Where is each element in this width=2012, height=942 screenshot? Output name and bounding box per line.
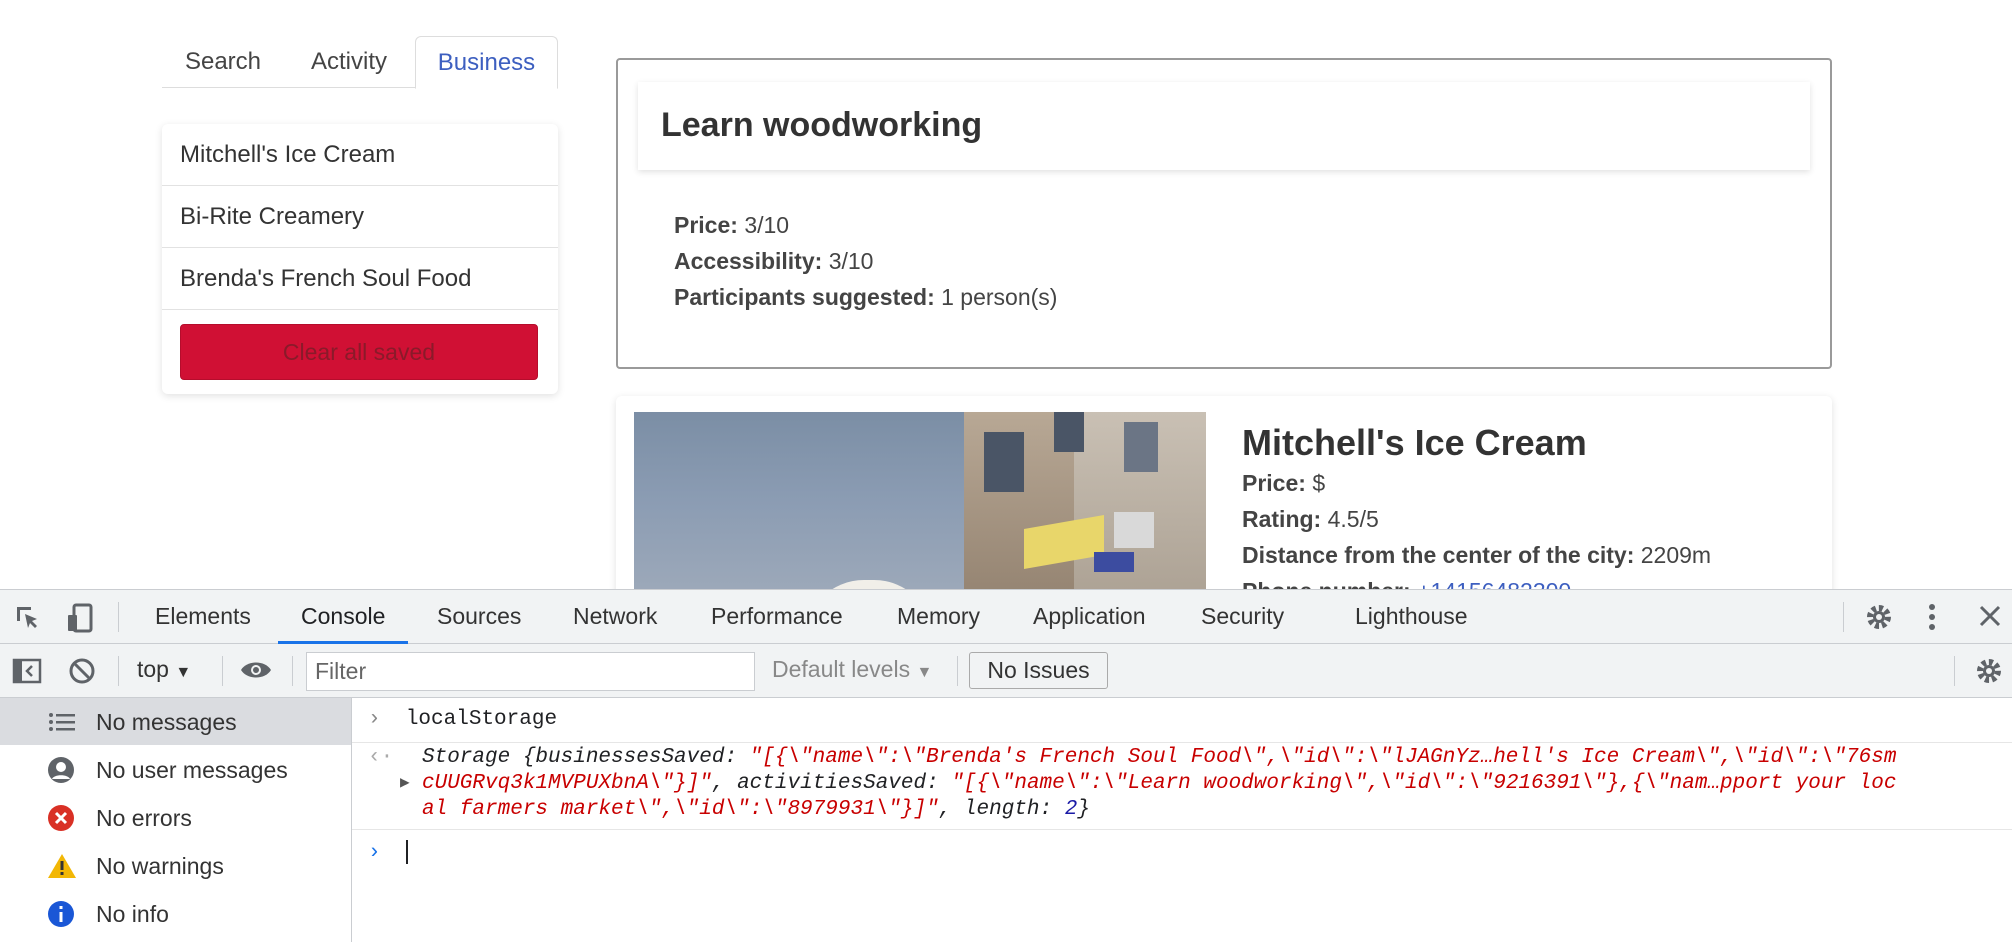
business-title: Mitchell's Ice Cream [1242, 422, 1587, 463]
devtools-tab-security[interactable]: Security [1201, 590, 1284, 644]
devtools-tab-application[interactable]: Application [1033, 590, 1146, 644]
sidebar-item-warnings[interactable]: No warnings [0, 842, 351, 889]
activity-title: Learn woodworking [661, 106, 983, 144]
console-result-line-1: Storage {businessesSaved: "[{\"name\":\"… [422, 746, 1897, 769]
console-output: › localStorage ‹· Storage {businessesSav… [352, 698, 2012, 942]
user-icon [47, 756, 75, 784]
activity-price: Price: 3/10 [674, 212, 790, 238]
issues-button[interactable]: No Issues [969, 652, 1108, 689]
warning-icon [47, 852, 76, 880]
devtools-tab-network[interactable]: Network [573, 590, 657, 644]
saved-business-item[interactable]: Bi-Rite Creamery [162, 186, 558, 248]
activity-card-header: Learn woodworking [638, 82, 1810, 170]
list-icon [47, 708, 75, 736]
sidebar-item-errors[interactable]: No errors [0, 794, 351, 841]
tab-activity[interactable]: Activity [284, 36, 414, 88]
console-toolbar: top ▼ Default levels ▼ No Issues [0, 644, 2012, 698]
devtools-tab-performance[interactable]: Performance [711, 590, 843, 644]
devtools-tab-console[interactable]: Console [278, 590, 409, 644]
saved-business-item[interactable]: Mitchell's Ice Cream [162, 124, 558, 186]
sidebar-item-info[interactable]: No info [0, 890, 351, 937]
activity-card: Learn woodworking Price: 3/10 Accessibil… [616, 58, 1832, 369]
console-settings-gear-icon[interactable] [1974, 656, 2004, 690]
tab-business[interactable]: Business [415, 36, 558, 89]
device-toolbar-icon[interactable] [66, 603, 94, 637]
saved-business-item[interactable]: Brenda's French Soul Food [162, 248, 558, 310]
error-icon [47, 804, 75, 832]
toggle-sidebar-icon[interactable] [12, 658, 42, 688]
log-levels-dropdown[interactable]: Default levels ▼ [772, 656, 932, 683]
console-input-entry: › localStorage [368, 708, 558, 731]
console-result-line-3: al farmers market\",\"id\":\"8979931\"}]… [422, 798, 1090, 821]
expand-object-triangle[interactable]: ▶ [400, 772, 410, 792]
devtools-main-toolbar: Elements Console Sources Network Perform… [0, 590, 2012, 644]
devtools-tab-lighthouse[interactable]: Lighthouse [1355, 590, 1468, 644]
console-filter-input[interactable] [306, 652, 755, 691]
console-sidebar: No messages No user messages No errors N… [0, 698, 352, 942]
sidebar-item-user-messages[interactable]: No user messages [0, 746, 351, 793]
clear-console-icon[interactable] [68, 657, 96, 689]
context-selector[interactable]: top ▼ [137, 656, 191, 683]
live-expression-eye-icon[interactable] [239, 658, 273, 686]
devtools-tab-elements[interactable]: Elements [155, 590, 251, 644]
more-options-icon[interactable] [1928, 602, 1936, 636]
info-icon [47, 900, 75, 928]
devtools-panel: Elements Console Sources Network Perform… [0, 589, 2012, 942]
inspect-element-icon[interactable] [14, 604, 42, 636]
clear-all-saved-button[interactable]: Clear all saved [180, 324, 538, 380]
tab-search[interactable]: Search [162, 36, 284, 88]
saved-businesses-list: Mitchell's Ice Cream Bi-Rite Creamery Br… [162, 124, 558, 394]
business-price: Price: $ [1242, 470, 1326, 496]
console-result-arrow: ‹· [368, 746, 394, 769]
page-root: Search Activity Business Mitchell's Ice … [0, 0, 2012, 942]
activity-participants: Participants suggested: 1 person(s) [674, 284, 1058, 310]
console-prompt[interactable]: › [368, 840, 408, 865]
view-tabs: Search Activity Business [162, 36, 558, 89]
settings-gear-icon[interactable] [1864, 602, 1894, 636]
business-distance: Distance from the center of the city: 22… [1242, 542, 1712, 568]
devtools-tab-sources[interactable]: Sources [437, 590, 521, 644]
business-rating: Rating: 4.5/5 [1242, 506, 1379, 532]
activity-accessibility: Accessibility: 3/10 [674, 248, 874, 274]
console-result-line-2: cUUGRvq3k1MVPUXbnA\"}]", activitiesSaved… [422, 772, 1897, 795]
devtools-tab-memory[interactable]: Memory [897, 590, 980, 644]
close-devtools-icon[interactable] [1978, 604, 2002, 632]
sidebar-item-messages[interactable]: No messages [0, 698, 351, 745]
